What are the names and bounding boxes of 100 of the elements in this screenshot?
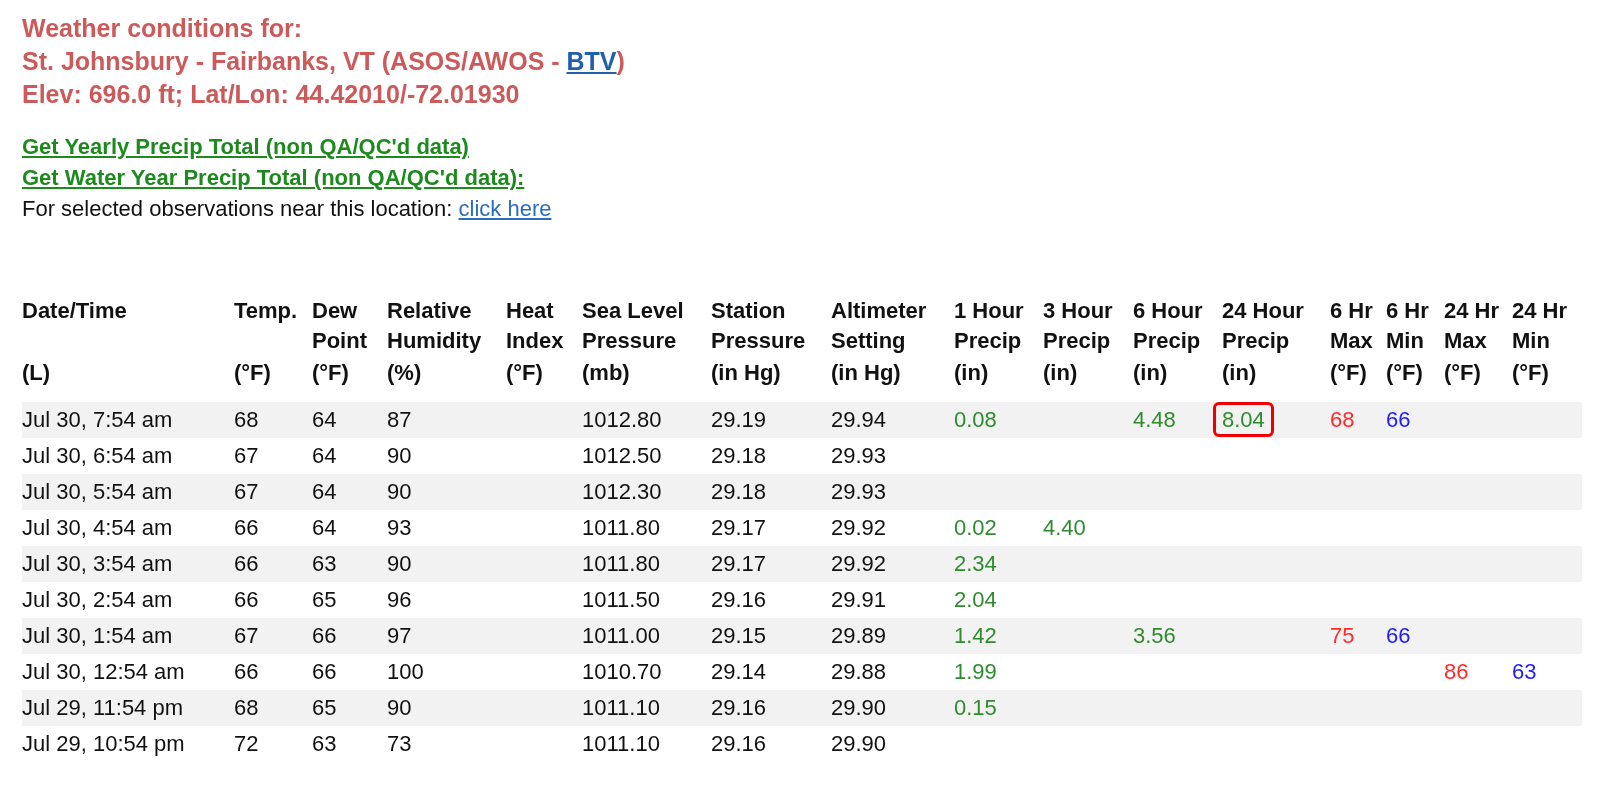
table-cell: 66 [312, 623, 337, 648]
column-header: Altimeter Setting [831, 297, 928, 355]
table-cell: 1011.00 [582, 623, 660, 648]
table-cell: 0.02 [954, 515, 997, 540]
column-header: Relative Humidity [387, 297, 483, 355]
column-unit: (in) [954, 359, 990, 387]
click-here-link[interactable]: click here [458, 196, 552, 221]
table-cell: 1011.10 [582, 695, 660, 720]
table-cell: 8.04 [1213, 402, 1274, 437]
table-cell: 29.16 [711, 695, 767, 720]
table-cell: 66 [1386, 407, 1411, 432]
column-header: Temp. [234, 297, 299, 325]
column-unit: (°F) [1386, 359, 1424, 387]
table-cell: 66 [234, 587, 259, 612]
table-cell: 90 [387, 551, 412, 576]
column-header: 6 Hr Min [1386, 297, 1430, 355]
table-cell: 86 [1444, 659, 1469, 684]
table-cell: 29.15 [711, 623, 767, 648]
table-cell: 75 [1330, 623, 1355, 648]
table-cell: 66 [312, 659, 337, 684]
table-cell: 29.93 [831, 443, 887, 468]
heading-line: Weather conditions for: [22, 13, 304, 44]
column-unit: (°F) [1444, 359, 1482, 387]
table-cell: 63 [312, 731, 337, 756]
column-unit: (in) [1222, 359, 1258, 387]
table-cell: 3.56 [1133, 623, 1176, 648]
column-unit: (in) [1043, 359, 1079, 387]
column-unit: (°F) [1330, 359, 1368, 387]
column-unit: (°F) [312, 359, 350, 387]
column-header: 1 Hour Precip [954, 297, 1025, 355]
table-cell: 90 [387, 443, 412, 468]
table-cell: 4.40 [1043, 515, 1086, 540]
table-cell: 96 [387, 587, 412, 612]
table-cell: 0.15 [954, 695, 997, 720]
table-cell: 29.16 [711, 587, 767, 612]
column-unit: (°F) [234, 359, 272, 387]
table-cell: 29.94 [831, 407, 887, 432]
column-header: Station Pressure [711, 297, 807, 355]
table-cell: 66 [234, 659, 259, 684]
network-link[interactable]: BTV [566, 47, 617, 75]
table-cell: Jul 30, 1:54 am [22, 623, 173, 648]
column-unit: (°F) [506, 359, 544, 387]
column-header: 24 Hr Max [1444, 297, 1501, 355]
table-cell: 64 [312, 407, 337, 432]
column-unit: (in) [1133, 359, 1169, 387]
table-cell: 67 [234, 479, 259, 504]
table-cell: 4.48 [1133, 407, 1176, 432]
table-cell: 72 [234, 731, 259, 756]
table-cell: Jul 30, 7:54 am [22, 407, 173, 432]
table-cell: 29.18 [711, 479, 767, 504]
heading-line: St. Johnsbury - Fairbanks, VT (ASOS/AWOS - [22, 47, 561, 75]
table-cell: 1011.80 [582, 551, 660, 576]
table-cell: 0.08 [954, 407, 997, 432]
column-header: Heat Index [506, 297, 565, 355]
table-cell: 1010.70 [582, 659, 662, 684]
table-cell: 100 [387, 659, 424, 684]
table-cell: 66 [234, 515, 259, 540]
table-cell: 2.34 [954, 551, 997, 576]
table-cell: 90 [387, 479, 412, 504]
column-unit: (L) [22, 359, 52, 387]
table-cell: 68 [234, 407, 259, 432]
table-cell: 64 [312, 479, 337, 504]
table-cell: 29.89 [831, 623, 887, 648]
column-header: Date/Time [22, 297, 128, 325]
column-header: 24 Hour Precip [1222, 297, 1305, 355]
column-unit: (in Hg) [831, 359, 902, 387]
table-cell: 64 [312, 443, 337, 468]
table-cell: 29.18 [711, 443, 767, 468]
table-cell: 29.14 [711, 659, 767, 684]
table-cell: 66 [1386, 623, 1411, 648]
table-cell: 67 [234, 623, 259, 648]
column-header: 3 Hour Precip [1043, 297, 1114, 355]
table-cell: 1012.30 [582, 479, 662, 504]
table-cell: 29.90 [831, 731, 887, 756]
table-cell: 65 [312, 587, 337, 612]
table-cell: 1011.80 [582, 515, 660, 540]
table-cell: 1012.50 [582, 443, 662, 468]
column-unit: (mb) [582, 359, 631, 387]
table-cell: Jul 29, 11:54 pm [22, 695, 184, 720]
table-cell: 97 [387, 623, 412, 648]
table-cell: Jul 30, 3:54 am [22, 551, 173, 576]
column-header: 24 Hr Min [1512, 297, 1569, 355]
table-cell: 29.16 [711, 731, 767, 756]
table-cell: 29.17 [711, 551, 767, 576]
table-cell: Jul 30, 12:54 am [22, 659, 185, 684]
table-cell: 68 [234, 695, 259, 720]
precip-total-link[interactable]: Get Yearly Precip Total (non QA/QC'd data) [22, 134, 469, 159]
table-cell: 1011.10 [582, 731, 660, 756]
table-cell: 29.88 [831, 659, 887, 684]
table-cell: 1.42 [954, 623, 997, 648]
table-cell: 67 [234, 443, 259, 468]
table-cell: Jul 29, 10:54 pm [22, 731, 185, 756]
table-cell: Jul 30, 5:54 am [22, 479, 173, 504]
table-cell: 29.92 [831, 551, 887, 576]
column-unit: (in Hg) [711, 359, 782, 387]
precip-total-link[interactable]: Get Water Year Precip Total (non QA/QC'd data): [22, 165, 525, 190]
table-cell: 1.99 [954, 659, 997, 684]
table-cell: 63 [312, 551, 337, 576]
table-cell: 1012.80 [582, 407, 662, 432]
table-cell: 93 [387, 515, 412, 540]
